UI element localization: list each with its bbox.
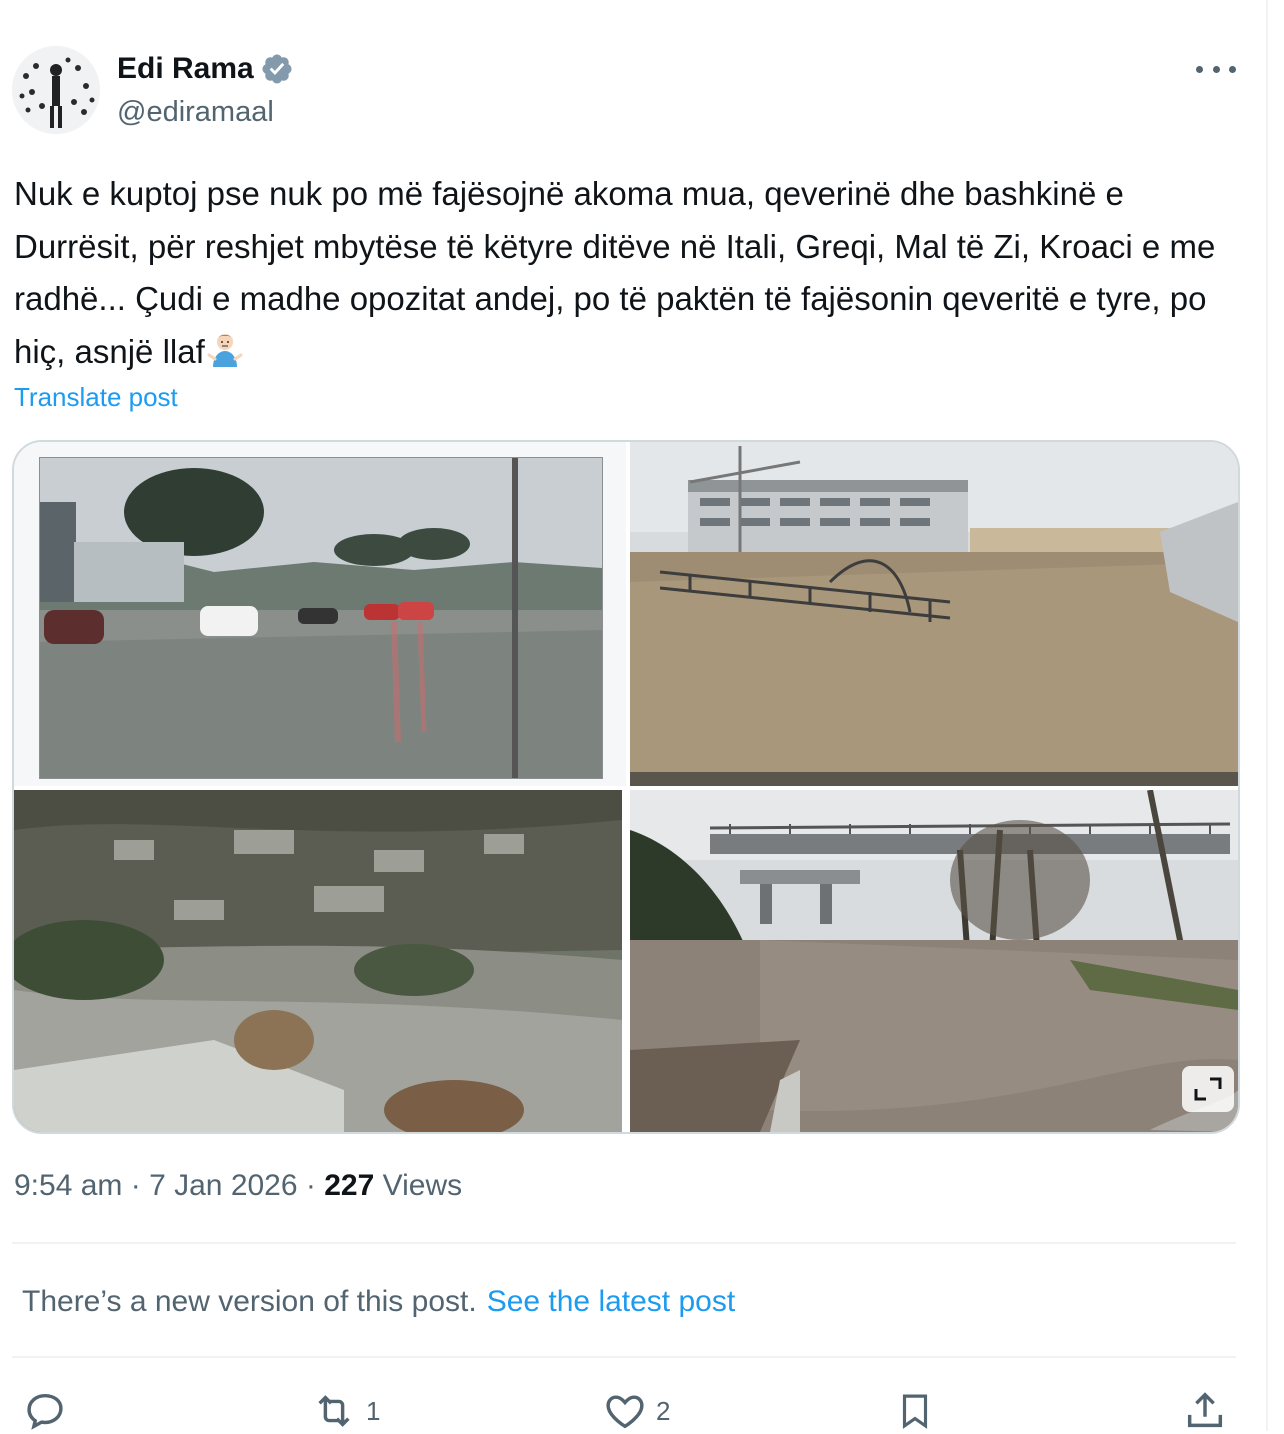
bookmark-icon (902, 1394, 928, 1429)
reply-button[interactable] (22, 1388, 76, 1434)
views-label: Views (382, 1169, 463, 1202)
share-icon (1187, 1392, 1223, 1428)
flooded-building-lot-photo[interactable] (630, 442, 1238, 786)
see-latest-post-link[interactable]: See the latest post (487, 1285, 736, 1318)
share-button[interactable] (1182, 1388, 1228, 1434)
translate-post-link[interactable]: Translate post (14, 380, 178, 414)
meta-separator: · (305, 1169, 316, 1202)
views-count: 227 (324, 1169, 375, 1202)
reply-icon (27, 1393, 63, 1430)
like-count: 2 (656, 1395, 671, 1426)
post-time[interactable]: 9:54 am (14, 1169, 122, 1202)
like-button[interactable]: 2 (602, 1388, 670, 1434)
verified-badge-icon (262, 54, 292, 84)
post-text: Nuk e kuptoj pse nuk po më fajësojnë ako… (14, 168, 1244, 378)
post-body: Nuk e kuptoj pse nuk po më fajësojnë ako… (14, 175, 1225, 370)
flooded-valley-photo[interactable] (14, 790, 622, 1132)
avatar[interactable] (12, 46, 100, 134)
expand-icon[interactable] (1182, 1066, 1234, 1112)
flooded-underpass-photo[interactable] (630, 790, 1238, 1132)
repost-button[interactable]: 1 (310, 1388, 380, 1434)
divider (12, 1356, 1236, 1358)
author-display-name[interactable]: Edi Rama (117, 50, 254, 88)
meta-separator: · (130, 1169, 141, 1202)
author-handle[interactable]: @ediramaal (117, 94, 274, 130)
heart-icon (606, 1395, 644, 1429)
post-meta: 9:54 am · 7 Jan 2026 · 227 Views (14, 1166, 462, 1206)
post-date[interactable]: 7 Jan 2026 (149, 1169, 297, 1202)
flooded-street-photo[interactable] (14, 442, 626, 786)
more-options-icon[interactable] (1196, 54, 1236, 84)
notice-text: There’s a new version of this post. (22, 1285, 477, 1318)
repost-count: 1 (366, 1395, 381, 1426)
media-grid[interactable] (12, 440, 1240, 1134)
new-version-notice: There’s a new version of this post. See t… (22, 1282, 735, 1322)
repost-icon (318, 1395, 350, 1427)
divider (12, 1242, 1236, 1244)
author-name-row[interactable]: Edi Rama (117, 50, 294, 88)
bookmark-button[interactable] (894, 1388, 936, 1434)
page-edge (1266, 0, 1268, 1431)
person-shrugging-emoji-icon (207, 333, 243, 367)
